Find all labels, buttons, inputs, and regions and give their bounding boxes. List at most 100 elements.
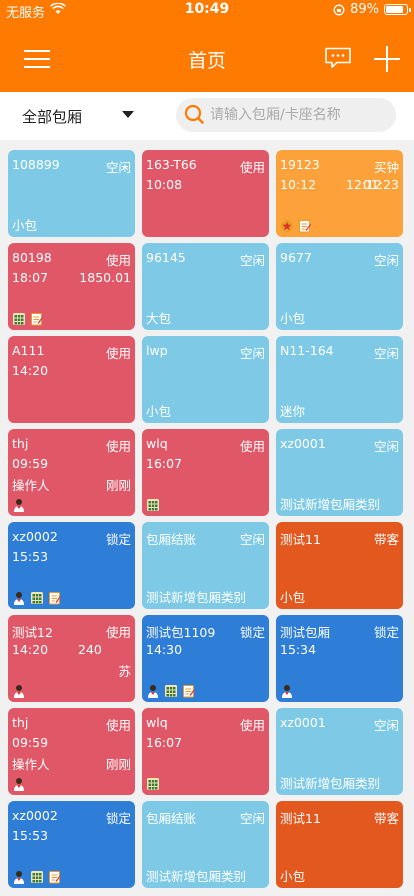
room-type: 小包 bbox=[12, 218, 38, 233]
waiter-icon bbox=[12, 591, 26, 605]
room-detail: 240 bbox=[78, 642, 102, 657]
room-status: 空闲 bbox=[239, 346, 265, 361]
room-card[interactable]: 108899 空闲 小包 bbox=[8, 150, 135, 237]
room-card[interactable]: wlq 使用 16:07 bbox=[142, 708, 269, 795]
waiter-icon bbox=[12, 684, 26, 698]
room-name: 96145 bbox=[146, 250, 186, 265]
room-status: 空闲 bbox=[373, 439, 399, 454]
room-card[interactable]: 测试包1109 锁定 14:30 bbox=[142, 615, 269, 702]
room-status: 使用 bbox=[105, 718, 131, 733]
room-status: 空闲 bbox=[373, 346, 399, 361]
room-grid: 108899 空闲 小包 163-T66 使用 10:08 19123 买钟 10:12 12:1… bbox=[0, 140, 414, 896]
waiter-icon bbox=[12, 498, 26, 512]
room-status: 买钟 bbox=[373, 160, 399, 175]
room-type: 测试新增包厢类别 bbox=[280, 776, 381, 791]
room-card[interactable]: 9677 空闲 小包 bbox=[276, 243, 403, 330]
search-box[interactable] bbox=[176, 98, 396, 132]
room-icons bbox=[12, 870, 62, 884]
room-card[interactable]: wlq 使用 16:07 bbox=[142, 429, 269, 516]
search-input[interactable] bbox=[210, 104, 390, 126]
room-icons bbox=[12, 498, 26, 512]
battery-icon bbox=[384, 4, 411, 15]
room-status: 使用 bbox=[105, 346, 131, 361]
room-type: 小包 bbox=[146, 404, 172, 419]
room-status: 带客 bbox=[373, 532, 399, 547]
room-card[interactable]: lwp 空闲 小包 bbox=[142, 336, 269, 423]
room-card[interactable]: 96145 空闲大包 bbox=[142, 243, 269, 330]
room-name: thj bbox=[12, 436, 29, 451]
room-card[interactable]: 测试11 带客 小包 bbox=[276, 801, 403, 888]
note-icon bbox=[30, 312, 44, 326]
room-name: 测试11 bbox=[280, 811, 321, 826]
calculator-icon bbox=[30, 591, 44, 605]
room-card[interactable]: xz0001 空闲 测试新增包厢类别 bbox=[276, 708, 403, 795]
room-card[interactable]: A111 使用 14:20 bbox=[8, 336, 135, 423]
room-card[interactable]: xz0001 空闲测试新增包厢类别 bbox=[276, 429, 403, 516]
room-start-time: 09:59 bbox=[12, 735, 49, 750]
top-nav: 首页 bbox=[0, 20, 414, 92]
room-operator: 苏 bbox=[118, 664, 131, 679]
room-status: 使用 bbox=[105, 439, 131, 454]
room-start-time: 15:53 bbox=[12, 549, 49, 564]
calculator-icon bbox=[146, 498, 160, 512]
room-name: 包厢结账 bbox=[146, 811, 197, 826]
room-type: 测试新增包厢类别 bbox=[280, 497, 381, 512]
calculator-icon bbox=[146, 777, 160, 791]
room-name: A111 bbox=[12, 343, 45, 358]
room-card[interactable]: thj 使用 09:59 操作人 刚刚 bbox=[8, 429, 135, 516]
note-icon bbox=[48, 870, 62, 884]
filter-bar: 全部包厢 bbox=[0, 92, 414, 140]
room-name: xz0001 bbox=[280, 436, 326, 451]
room-status: 使用 bbox=[239, 160, 265, 175]
room-operator: 刚刚 bbox=[105, 478, 131, 493]
room-name: thj bbox=[12, 715, 29, 730]
room-name: 9677 bbox=[280, 250, 312, 265]
room-start-time: 09:59 bbox=[12, 456, 49, 471]
room-status: 空闲 bbox=[239, 811, 265, 826]
room-name: N11-164 bbox=[280, 343, 334, 358]
battery-percent: 89% bbox=[350, 2, 379, 17]
room-type-dropdown[interactable]: 全部包厢 bbox=[22, 106, 134, 127]
room-card[interactable]: 测试12 使用 14:20 240 苏 bbox=[8, 615, 135, 702]
message-button[interactable] bbox=[324, 47, 352, 69]
room-icons bbox=[280, 219, 312, 233]
room-card[interactable]: 包厢结账 空闲测试新增包厢类别 bbox=[142, 801, 269, 888]
room-operator-label: 操作人 bbox=[12, 478, 50, 493]
room-card[interactable]: xz0002 锁定 15:53 bbox=[8, 522, 135, 609]
room-status: 锁定 bbox=[105, 811, 131, 826]
room-status: 空闲 bbox=[373, 253, 399, 268]
room-type: 大包 bbox=[146, 311, 172, 326]
room-name: 80198 bbox=[12, 250, 52, 265]
room-operator-label: 操作人 bbox=[12, 757, 50, 772]
room-card[interactable]: 包厢结账 空闲 测试新增包厢类别 bbox=[142, 522, 269, 609]
room-name: 测试包1109 bbox=[146, 625, 216, 640]
room-icons bbox=[12, 591, 62, 605]
room-status: 使用 bbox=[239, 718, 265, 733]
waiter-icon bbox=[146, 684, 160, 698]
room-status: 使用 bbox=[105, 253, 131, 268]
room-card[interactable]: 19123 买钟 10:12 12:12 01:23 bbox=[276, 150, 403, 237]
room-status: 带客 bbox=[373, 811, 399, 826]
room-card[interactable]: 80198 使用 18:07 1850.01 bbox=[8, 243, 135, 330]
search-icon bbox=[184, 104, 204, 124]
status-bar: 无服务 10:49 89% bbox=[0, 0, 414, 21]
room-card[interactable]: 测试包厢 锁定 15:34 bbox=[276, 615, 403, 702]
room-type: 测试新增包厢类别 bbox=[146, 869, 247, 884]
room-icons bbox=[146, 777, 160, 791]
room-name: 包厢结账 bbox=[146, 532, 197, 547]
room-start-time: 14:30 bbox=[146, 642, 183, 657]
add-button[interactable] bbox=[374, 46, 400, 72]
room-status: 空闲 bbox=[239, 253, 265, 268]
room-card[interactable]: N11-164 空闲 迷你 bbox=[276, 336, 403, 423]
room-card[interactable]: xz0002 锁定 15:53 bbox=[8, 801, 135, 888]
room-card[interactable]: 测试11 带客 小包 bbox=[276, 522, 403, 609]
dropdown-label: 全部包厢 bbox=[22, 108, 83, 126]
star-icon bbox=[280, 219, 294, 233]
room-name: xz0002 bbox=[12, 808, 58, 823]
room-card[interactable]: 163-T66 使用 10:08 bbox=[142, 150, 269, 237]
room-card[interactable]: thj 使用 09:59 操作人 刚刚 bbox=[8, 708, 135, 795]
room-name: 测试11 bbox=[280, 532, 321, 547]
room-start-time: 14:20 bbox=[12, 642, 49, 657]
room-start-time: 16:07 bbox=[146, 735, 183, 750]
room-start-time: 18:07 bbox=[12, 270, 49, 285]
